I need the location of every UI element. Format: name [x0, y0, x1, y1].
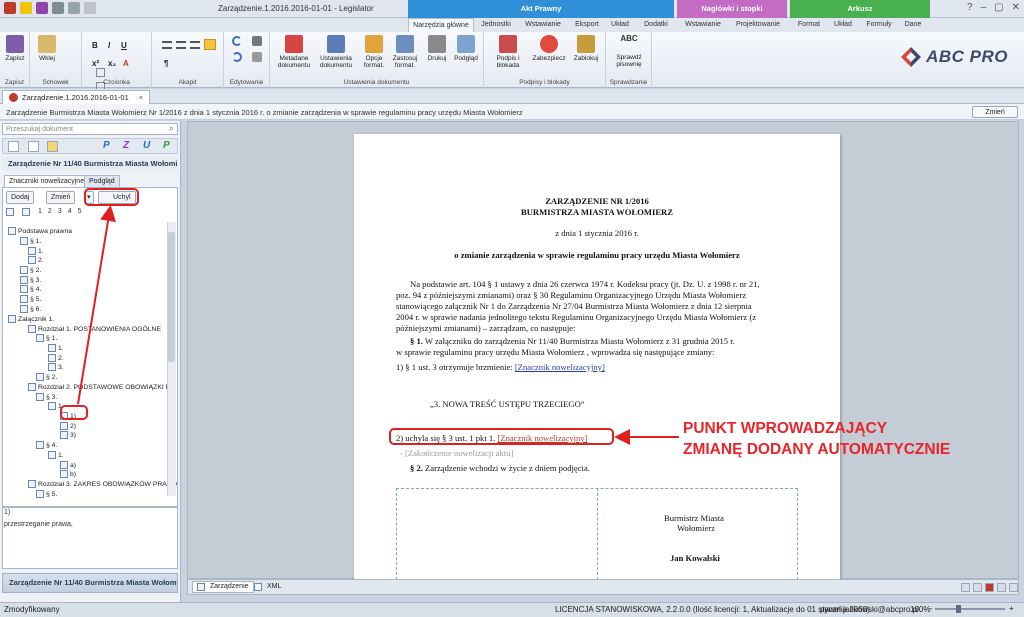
status-state: Zmodyfikowany [4, 605, 60, 614]
view-icon-4[interactable] [997, 583, 1006, 592]
view-icon-3[interactable] [985, 583, 994, 592]
bottom-view-icons [961, 583, 1018, 592]
zoom-out-button[interactable]: – [928, 604, 932, 613]
arrow-tree-to-repeal [77, 205, 116, 405]
document-view-icon [197, 583, 205, 591]
view-icon-1[interactable] [961, 583, 970, 592]
view-icon-5[interactable] [1009, 583, 1018, 592]
zoom-in-button[interactable]: + [1009, 604, 1014, 613]
tab-xml[interactable]: XML [250, 581, 285, 593]
annotation-arrows [77, 205, 679, 445]
view-icon-2[interactable] [973, 583, 982, 592]
bottom-tabs-bar [187, 579, 1019, 595]
status-email: pawel.jankowski@abcpro.pl [820, 605, 919, 614]
zoom-slider[interactable] [935, 608, 1005, 610]
tab-zarzadzenie[interactable]: Zarządzenie [192, 581, 254, 593]
app-window: Zarządzenie.1.2016.2016-01-01 - Legislat… [0, 0, 1024, 617]
annotation-text: PUNKT WPROWADZAJĄCY ZMIANĘ DODANY AUTOMA… [683, 420, 951, 458]
zoom-slider-knob[interactable] [956, 605, 961, 613]
xml-view-icon [254, 583, 262, 591]
